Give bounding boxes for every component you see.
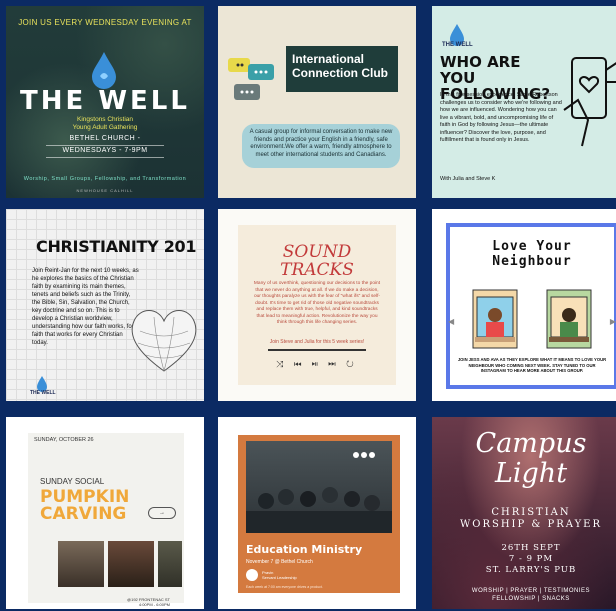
poster-card: SUNDAY, OCTOBER 26 SUNDAY SOCIAL PUMPKIN… <box>28 433 184 607</box>
wireframe-heart-icon <box>131 310 197 372</box>
subtitle: CHRISTIAN WORSHIP & PRAYER <box>432 507 616 531</box>
avatar <box>246 569 258 581</box>
title-line-2: TRACKS <box>280 260 354 280</box>
post-who-are-you-following[interactable]: THE WELL WHO ARE YOU FOLLOWING? In this … <box>432 6 616 198</box>
footer-small: NEWHOUSE CALHILL <box>76 188 134 193</box>
arrow-right-icon: → <box>148 507 176 519</box>
poster-card: SOUND TRACKS Many of us overthink, quest… <box>238 225 396 385</box>
time: 4:00PM - 6:00PM <box>138 602 170 607</box>
post-love-your-neighbour[interactable]: Love Your Neighbour ◀ ▶ JOIN JESS AND AV… <box>432 209 616 401</box>
window-neighbour-icon <box>546 289 592 349</box>
post-education-ministry[interactable]: Education Ministry November 7 @ Bethel C… <box>218 417 416 609</box>
post-title: SOUND TRACKS <box>238 243 396 279</box>
subtitle: Kingstons Christian Young Adult Gatherin… <box>6 116 204 132</box>
host-info: Pravin Servant Leadership <box>262 570 297 580</box>
event-date: SUNDAY, OCTOBER 26 <box>34 437 94 443</box>
footer-text: Worship, Small Groups, Fellowship, and T… <box>23 176 187 182</box>
window-neighbour-icon <box>472 289 518 349</box>
post-title: Campus Light <box>432 429 616 489</box>
post-international-connection-club[interactable]: International Connection Club A casual g… <box>218 6 416 198</box>
subtitle-line-1: Kingstons Christian <box>77 116 133 123</box>
post-pumpkin-carving[interactable]: SUNDAY, OCTOBER 26 SUNDAY SOCIAL PUMPKIN… <box>6 417 204 609</box>
description: Many of us overthink, questioning our de… <box>253 281 381 325</box>
poster-frame: Love Your Neighbour ◀ ▶ JOIN JESS AND AV… <box>446 223 616 389</box>
description: Join Reint-Jan for the next 10 weeks, as… <box>32 268 139 346</box>
footer-line-2: FELLOWSHIP | SNACKS <box>492 596 570 602</box>
event-type: SUNDAY SOCIAL <box>40 477 105 486</box>
title-line-2: CARVING <box>40 504 127 524</box>
description: In this five-session experience, Sadie R… <box>440 92 562 143</box>
poster-card: Education Ministry November 7 @ Bethel C… <box>238 435 400 593</box>
description: JOIN JESS AND AVA AS THEY EXPLORE WHAT I… <box>457 357 607 373</box>
logo-text: THE WELL <box>30 390 56 396</box>
description: A casual group for informal conversation… <box>242 124 400 168</box>
event-date: 26TH SEPT <box>501 543 561 553</box>
progress-bar <box>268 349 366 351</box>
post-title: CHRISTIANITY 201 <box>36 237 197 256</box>
subtitle-line-2: Young Adult Gathering <box>72 124 138 131</box>
footer-text: WORSHIP | PRAYER | TESTIMONIES FELLOWSHI… <box>432 587 616 603</box>
title-line-2: Neighbour <box>492 254 572 269</box>
logo-text: THE WELL <box>442 42 473 48</box>
post-sound-tracks[interactable]: SOUND TRACKS Many of us overthink, quest… <box>218 209 416 401</box>
post-title: International Connection Club <box>286 46 398 92</box>
event-photo <box>158 541 182 587</box>
event-date: November 7 @ Bethel Church <box>246 559 313 565</box>
event-photo <box>58 541 104 587</box>
footer-line-1: WORSHIP | PRAYER | TESTIMONIES <box>471 588 591 594</box>
post-the-well[interactable]: JOIN US EVERY WEDNESDAY EVENING AT THE W… <box>6 6 204 198</box>
subtitle-line-1: CHRISTIAN <box>491 507 571 518</box>
post-title: PUMPKIN CARVING <box>40 489 129 523</box>
event-address: @192 FRONTENAC ST 4:00PM - 6:00PM <box>127 597 170 607</box>
water-drop-icon <box>92 52 116 89</box>
chevron-right-icon: ▶ <box>609 317 616 326</box>
footnote: Each week at 7:00 am everyone drives a p… <box>246 585 323 589</box>
event-time: 7 - 9 PM <box>508 554 554 564</box>
host-role: Servant Leadership <box>262 575 297 580</box>
post-campus-light[interactable]: Campus Light CHRISTIAN WORSHIP & PRAYER … <box>432 417 616 609</box>
post-christianity-201[interactable]: CHRISTIANITY 201 Join Reint-Jan for the … <box>6 209 204 401</box>
title-line-1: Campus <box>475 428 587 459</box>
post-title: THE WELL <box>20 86 190 116</box>
title-line-1: Love Your <box>492 239 572 254</box>
chat-bubbles-icon <box>228 58 274 100</box>
location: BETHEL CHURCH - <box>46 134 164 146</box>
phone-heart-icon <box>563 57 616 147</box>
title-line-2: Light <box>494 458 568 489</box>
event-location: ST. LARRY'S PUB <box>485 565 577 575</box>
post-title: Education Ministry <box>246 543 363 556</box>
chevron-left-icon: ◀ <box>448 317 455 326</box>
tagline: JOIN US EVERY WEDNESDAY EVENING AT <box>18 18 192 27</box>
event-details: BETHEL CHURCH - WEDNESDAYS - 7-9PM <box>46 134 164 158</box>
hosts: With Julia and Steve K <box>440 176 496 182</box>
photo-strip <box>58 541 182 587</box>
subtitle-line-2: WORSHIP & PRAYER <box>459 519 603 530</box>
post-title: Love Your Neighbour <box>450 239 614 269</box>
title-line-1: SOUND <box>282 242 352 262</box>
event-photo <box>108 541 154 587</box>
event-details: 26TH SEPT 7 - 9 PM ST. LARRY'S PUB <box>432 543 616 576</box>
media-controls: ⤨ ⏮ ⏯ ⏭ ↻ <box>276 359 358 369</box>
group-photo <box>246 441 392 533</box>
join-text: Join Steve and Julia for this 5 week ser… <box>269 339 365 345</box>
group-photo-people <box>246 452 392 533</box>
time: WEDNESDAYS - 7-9PM <box>46 146 164 158</box>
